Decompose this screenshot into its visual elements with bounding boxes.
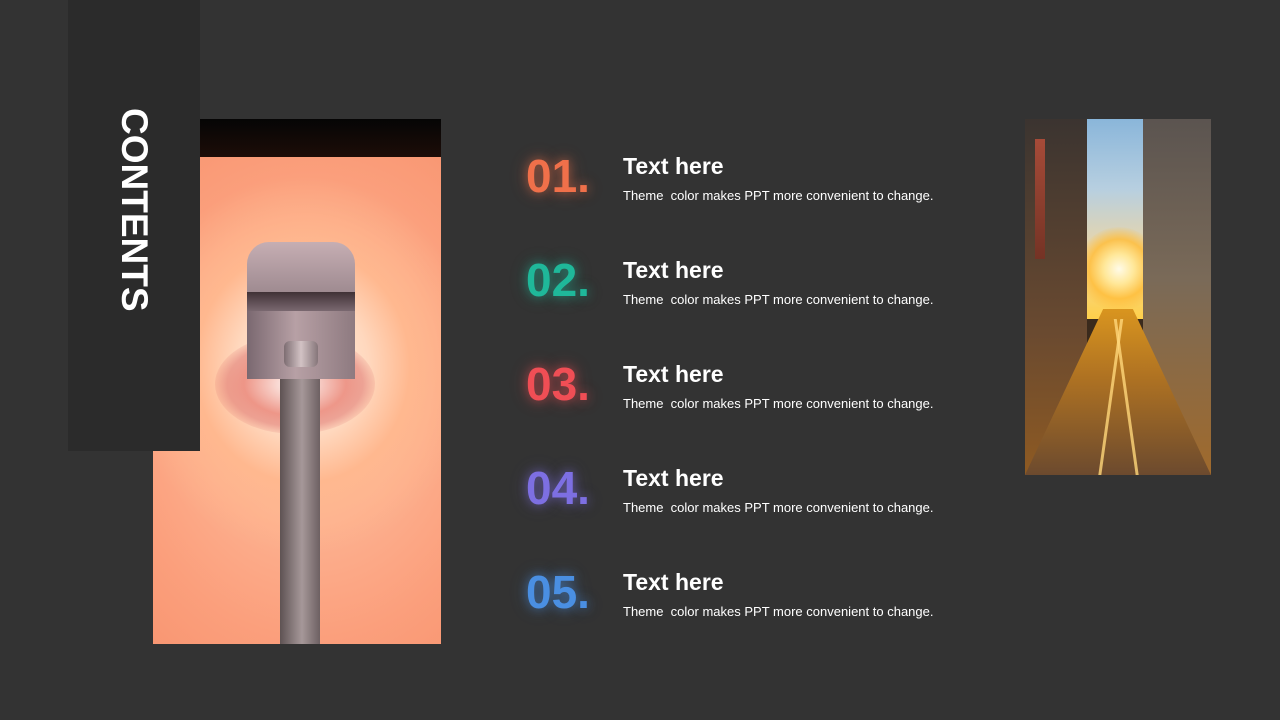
slide: CONTENTS 01. Text here Theme color makes… (0, 0, 1280, 720)
contents-heading: CONTENTS (114, 108, 155, 312)
item-number: 05. (526, 566, 590, 618)
item-description: Theme color makes PPT more convenient to… (623, 396, 934, 411)
list-item: 02. Text here Theme color makes PPT more… (526, 252, 986, 312)
item-title: Text here (623, 153, 724, 179)
list-item: 01. Text here Theme color makes PPT more… (526, 148, 986, 208)
contents-list: 01. Text here Theme color makes PPT more… (526, 148, 986, 628)
item-number: 01. (526, 150, 590, 202)
list-item: 03. Text here Theme color makes PPT more… (526, 356, 986, 416)
item-number: 03. (526, 358, 590, 410)
item-description: Theme color makes PPT more convenient to… (623, 604, 934, 619)
list-item: 04. Text here Theme color makes PPT more… (526, 460, 986, 520)
item-number: 02. (526, 254, 590, 306)
item-number: 04. (526, 462, 590, 514)
item-title: Text here (623, 361, 724, 387)
item-description: Theme color makes PPT more convenient to… (623, 500, 934, 515)
item-title: Text here (623, 257, 724, 283)
item-title: Text here (623, 569, 724, 595)
item-description: Theme color makes PPT more convenient to… (623, 188, 934, 203)
sunset-street-photo (1025, 119, 1211, 475)
item-title: Text here (623, 465, 724, 491)
item-description: Theme color makes PPT more convenient to… (623, 292, 934, 307)
list-item: 05. Text here Theme color makes PPT more… (526, 564, 986, 624)
